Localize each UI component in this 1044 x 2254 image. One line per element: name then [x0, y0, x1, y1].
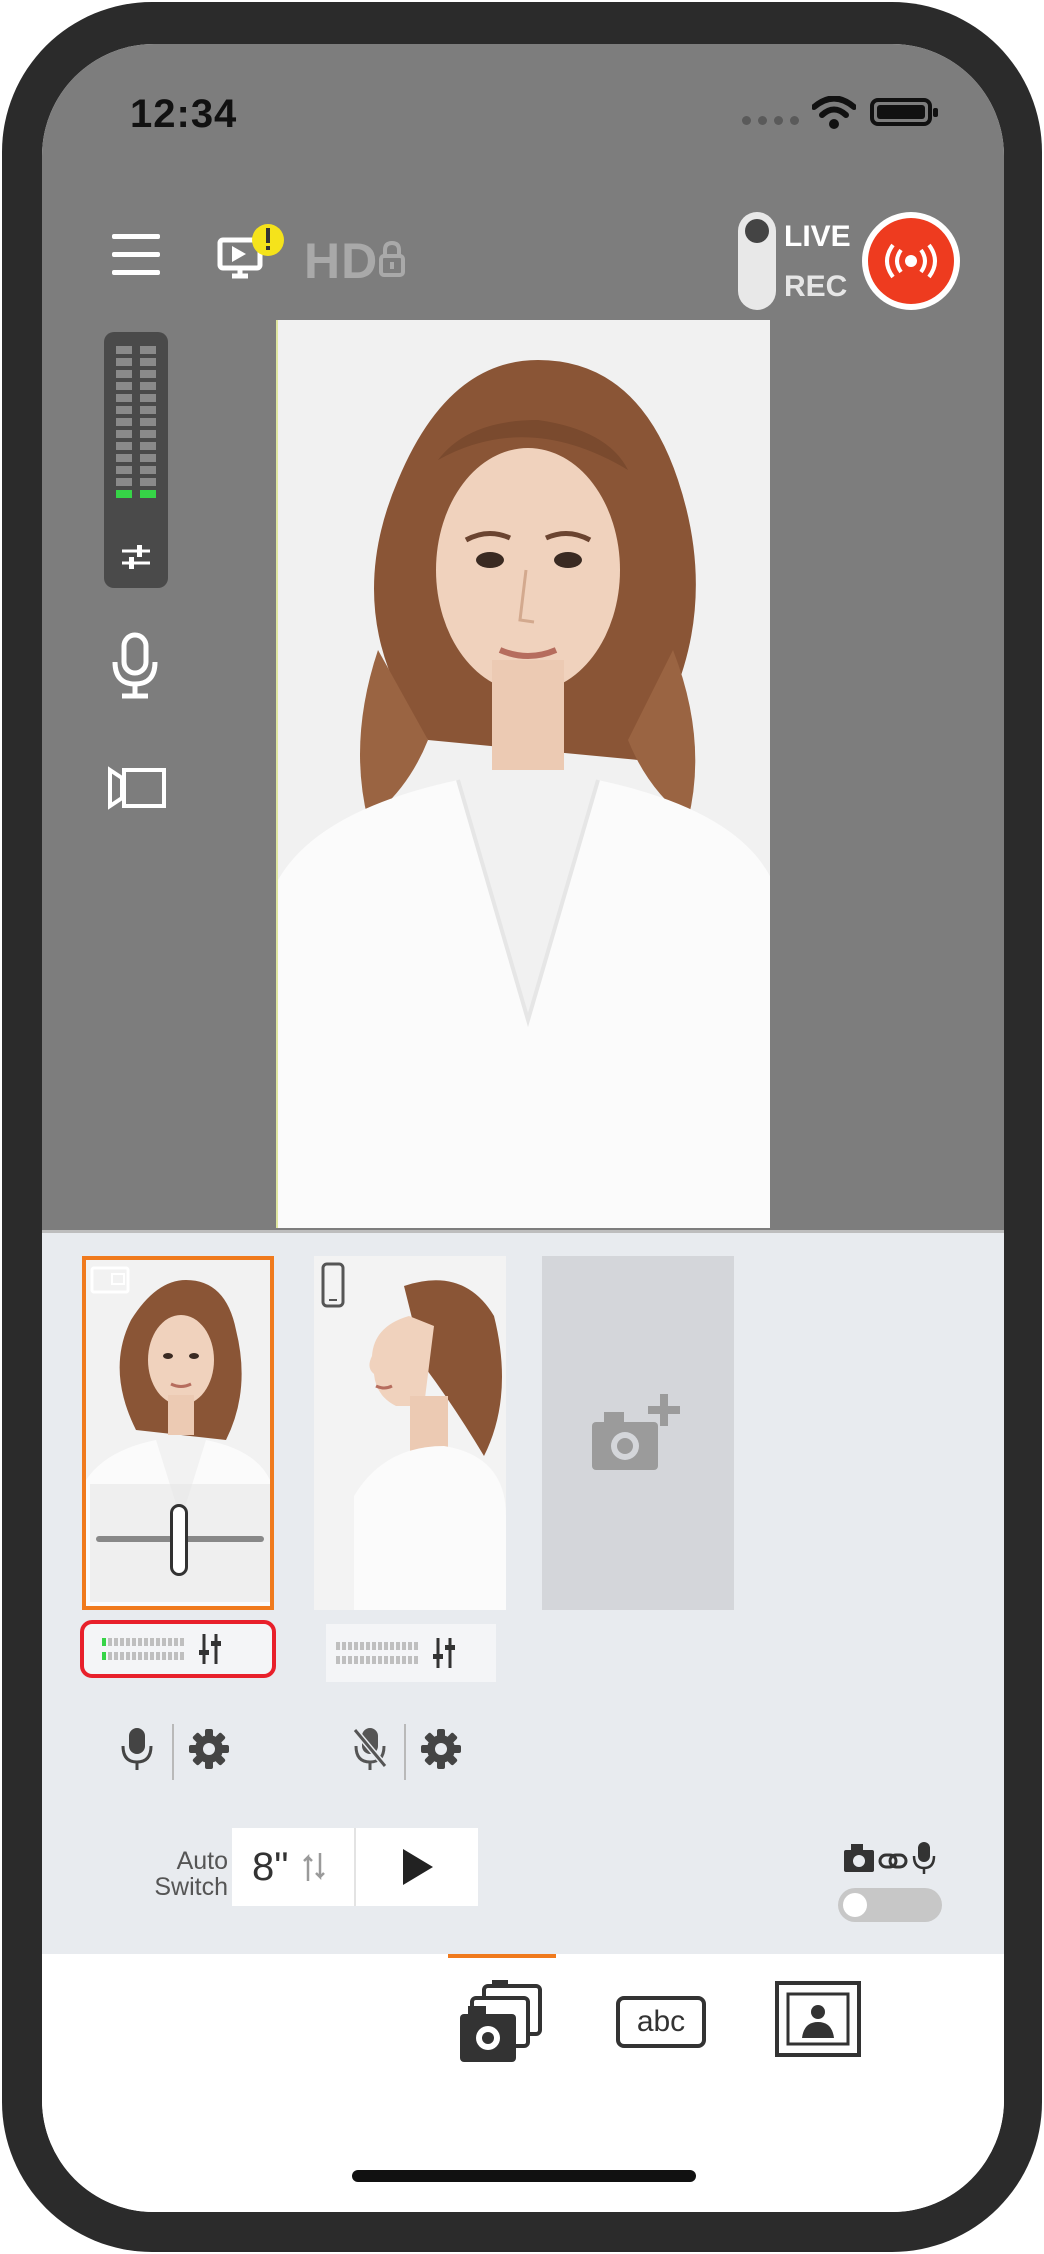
- cast-warning-icon[interactable]: [216, 222, 296, 286]
- audio-level-adjust-icon: [122, 545, 150, 569]
- live-label: LIVE: [784, 220, 851, 253]
- broadcast-icon: [868, 218, 954, 304]
- auto-switch-interval[interactable]: 8": [232, 1828, 356, 1906]
- add-camera-icon: [592, 1394, 680, 1470]
- signal-icon: [742, 116, 799, 125]
- rec-label: REC: [784, 270, 848, 303]
- start-broadcast-button[interactable]: [862, 212, 960, 310]
- level-column-left: [116, 346, 132, 498]
- tab-text[interactable]: abc: [616, 1996, 706, 2048]
- divider: [42, 1230, 1004, 1233]
- selected-tab-indicator: [448, 1954, 556, 1958]
- microphone-icon[interactable]: [110, 632, 160, 700]
- phone-frame: 12:34 HD LIVE REC Auto Switch 8" abc: [2, 2, 1042, 2252]
- smartphone-icon: [321, 1262, 345, 1308]
- camera-mic-link-icon: [844, 1842, 936, 1874]
- swap-icon: [303, 1853, 326, 1881]
- audio-mixer-icon: [433, 1638, 455, 1668]
- lock-icon: [379, 240, 405, 277]
- auto-switch-control: 8": [232, 1828, 478, 1906]
- tab-image[interactable]: [774, 1980, 862, 2058]
- home-indicator: [352, 2170, 696, 2182]
- auto-switch-play-button[interactable]: [356, 1828, 478, 1906]
- source-thumbnail-2[interactable]: [314, 1256, 506, 1610]
- add-source-button[interactable]: [542, 1256, 734, 1610]
- gear-icon[interactable]: [188, 1728, 230, 1770]
- preview-image: [278, 320, 770, 1228]
- microphone-muted-icon[interactable]: [352, 1726, 388, 1772]
- source-thumbnail-1[interactable]: [82, 1256, 274, 1610]
- gear-icon[interactable]: [420, 1728, 462, 1770]
- live-rec-toggle[interactable]: [738, 212, 776, 310]
- camera-mic-link-toggle[interactable]: [838, 1888, 942, 1922]
- status-time: 12:34: [130, 92, 238, 136]
- live-preview: [276, 320, 770, 1228]
- source-2-audio-meter[interactable]: [326, 1624, 496, 1682]
- source-1-slider[interactable]: [90, 1484, 270, 1602]
- separator: [404, 1724, 406, 1780]
- microphone-icon[interactable]: [120, 1726, 154, 1772]
- audio-mixer-icon: [199, 1634, 221, 1664]
- auto-switch-label-line1: Auto: [176, 1847, 228, 1875]
- hamburger-menu-icon[interactable]: [112, 234, 164, 284]
- app-screen: 12:34 HD LIVE REC Auto Switch 8" abc: [42, 44, 1004, 2212]
- slider-handle[interactable]: [170, 1504, 188, 1576]
- separator: [172, 1724, 174, 1780]
- meter-bars: [102, 1638, 184, 1660]
- source-1-audio-meter[interactable]: [80, 1620, 276, 1678]
- interval-value: 8": [252, 1844, 289, 1889]
- toggle-knob: [843, 1893, 867, 1917]
- wifi-icon: [812, 96, 856, 129]
- landscape-camera-icon: [90, 1266, 130, 1294]
- meter-bars: [336, 1642, 418, 1664]
- audio-level-meter[interactable]: [104, 332, 168, 588]
- video-camera-icon[interactable]: [106, 766, 168, 810]
- auto-switch-label: Auto Switch: [104, 1848, 228, 1900]
- tab-text-label: abc: [636, 2005, 686, 2038]
- play-icon: [403, 1849, 433, 1885]
- battery-icon: [870, 98, 938, 126]
- level-column-right: [140, 346, 156, 498]
- quality-label[interactable]: HD: [304, 232, 378, 290]
- tab-cameras[interactable]: [456, 1980, 546, 2068]
- auto-switch-label-line2: Switch: [154, 1873, 228, 1901]
- toggle-knob: [745, 219, 769, 243]
